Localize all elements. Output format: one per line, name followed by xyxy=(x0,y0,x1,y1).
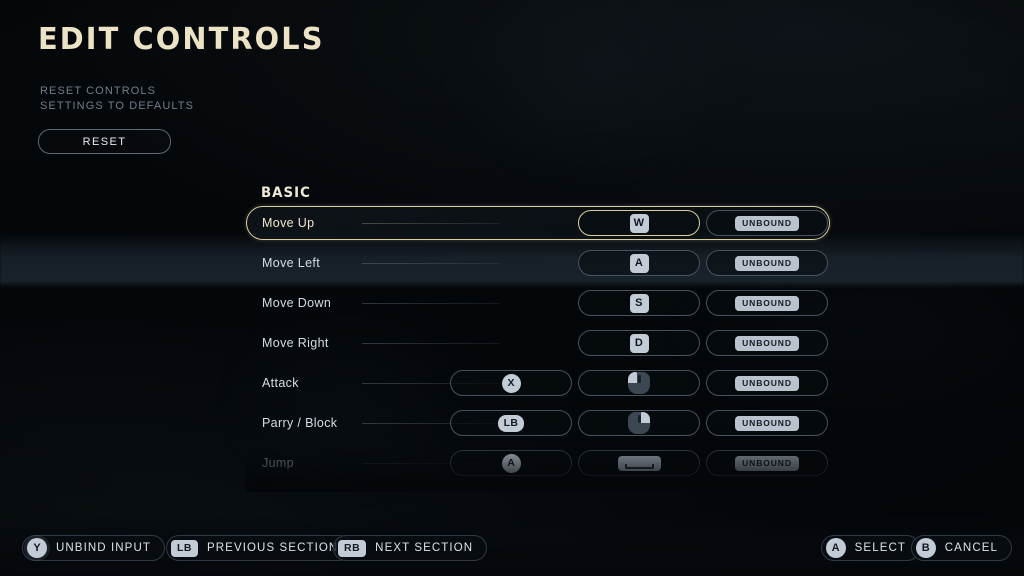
gamepad-x-button-icon: X xyxy=(501,373,521,393)
reset-button[interactable]: RESET xyxy=(38,129,171,154)
mouse-left-click-icon xyxy=(628,372,650,394)
binding-row[interactable]: Move Left A UNBOUND xyxy=(246,246,830,286)
keyboard-binding-slot[interactable]: D xyxy=(578,330,700,356)
binding-action-label: Move Up xyxy=(262,216,315,230)
keycap-d: D xyxy=(629,333,649,353)
prompt-unbind-input[interactable]: Y UNBIND INPUT xyxy=(22,535,165,561)
prompt-select[interactable]: A SELECT xyxy=(820,535,920,561)
spacebar-key-icon xyxy=(617,455,661,471)
keycap-s: S xyxy=(629,293,649,313)
gamepad-lb-bumper-icon: LB xyxy=(497,414,525,432)
gamepad-binding-slot[interactable]: LB xyxy=(450,410,572,436)
leader-line xyxy=(362,303,500,304)
keyboard-binding-slot[interactable] xyxy=(578,370,700,396)
prompt-label: UNBIND INPUT xyxy=(56,542,151,554)
binding-action-label: Move Down xyxy=(262,296,332,310)
section-header-basic: BASIC xyxy=(261,185,311,201)
leader-line xyxy=(362,223,500,224)
extra-binding-slot[interactable]: UNBOUND xyxy=(706,250,828,276)
binding-row[interactable]: Jump A UNBOUND xyxy=(246,446,830,486)
leader-line xyxy=(362,263,500,264)
unbound-chip: UNBOUND xyxy=(735,255,799,271)
prompt-previous-section[interactable]: LB PREVIOUS SECTION xyxy=(166,535,353,561)
gamepad-binding-slot[interactable]: A xyxy=(450,450,572,476)
edit-controls-screen: EDIT CONTROLS RESET CONTROLS SETTINGS TO… xyxy=(0,0,1024,576)
gamepad-a-button-icon: A xyxy=(501,453,521,473)
extra-binding-slot[interactable]: UNBOUND xyxy=(706,410,828,436)
unbound-chip: UNBOUND xyxy=(735,375,799,391)
binding-list: Move Up W UNBOUND Move Left A UNBOUND Move Dow… xyxy=(246,206,830,492)
gamepad-a-button-icon: A xyxy=(825,538,846,558)
unbound-chip: UNBOUND xyxy=(735,415,799,431)
binding-action-label: Attack xyxy=(262,376,299,390)
extra-binding-slot[interactable]: UNBOUND xyxy=(706,330,828,356)
prompt-cancel[interactable]: B CANCEL xyxy=(910,535,1012,561)
mouse-right-click-icon xyxy=(628,412,650,434)
binding-action-label: Jump xyxy=(262,456,294,470)
keyboard-binding-slot[interactable] xyxy=(578,410,700,436)
binding-row[interactable]: Move Up W UNBOUND xyxy=(246,206,830,246)
reset-description-line-1: RESET CONTROLS xyxy=(40,85,157,97)
gamepad-b-button-icon: B xyxy=(915,538,936,558)
binding-action-label: Move Left xyxy=(262,256,321,270)
unbound-chip: UNBOUND xyxy=(735,335,799,351)
leader-line xyxy=(362,343,500,344)
gamepad-rb-bumper-icon: RB xyxy=(338,539,367,557)
unbound-chip: UNBOUND xyxy=(735,295,799,311)
page-title: EDIT CONTROLS xyxy=(38,22,325,57)
binding-action-label: Parry / Block xyxy=(262,416,338,430)
extra-binding-slot[interactable]: UNBOUND xyxy=(706,290,828,316)
extra-binding-slot[interactable]: UNBOUND xyxy=(706,210,828,236)
prompt-label: SELECT xyxy=(854,542,906,554)
binding-action-label: Move Right xyxy=(262,336,329,350)
prompt-next-section[interactable]: RB NEXT SECTION xyxy=(333,535,488,561)
footer-prompt-bar: Y UNBIND INPUT LB PREVIOUS SECTION RB NE… xyxy=(0,514,1024,576)
keyboard-binding-slot[interactable]: W xyxy=(578,210,700,236)
unbound-chip: UNBOUND xyxy=(735,215,799,231)
prompt-label: CANCEL xyxy=(944,542,998,554)
reset-description-line-2: SETTINGS TO DEFAULTS xyxy=(40,99,195,112)
reset-button-label: RESET xyxy=(82,135,127,148)
gamepad-binding-slot[interactable]: X xyxy=(450,370,572,396)
binding-row[interactable]: Parry / Block LB UNBOUND xyxy=(246,406,830,446)
reset-description: RESET CONTROLS SETTINGS TO DEFAULTS xyxy=(40,84,194,113)
keyboard-binding-slot[interactable] xyxy=(578,450,700,476)
extra-binding-slot[interactable]: UNBOUND xyxy=(706,450,828,476)
gamepad-lb-bumper-icon: LB xyxy=(171,539,198,557)
prompt-label: NEXT SECTION xyxy=(375,542,474,554)
binding-row[interactable]: Move Down S UNBOUND xyxy=(246,286,830,326)
keyboard-binding-slot[interactable]: S xyxy=(578,290,700,316)
keycap-w: W xyxy=(629,213,649,233)
binding-row[interactable]: Move Right D UNBOUND xyxy=(246,326,830,366)
gamepad-y-button-icon: Y xyxy=(27,538,47,558)
keycap-a: A xyxy=(629,253,649,273)
unbound-chip: UNBOUND xyxy=(735,455,799,471)
binding-row[interactable]: Attack X UNBOUND xyxy=(246,366,830,406)
prompt-label: PREVIOUS SECTION xyxy=(207,542,339,554)
keyboard-binding-slot[interactable]: A xyxy=(578,250,700,276)
extra-binding-slot[interactable]: UNBOUND xyxy=(706,370,828,396)
